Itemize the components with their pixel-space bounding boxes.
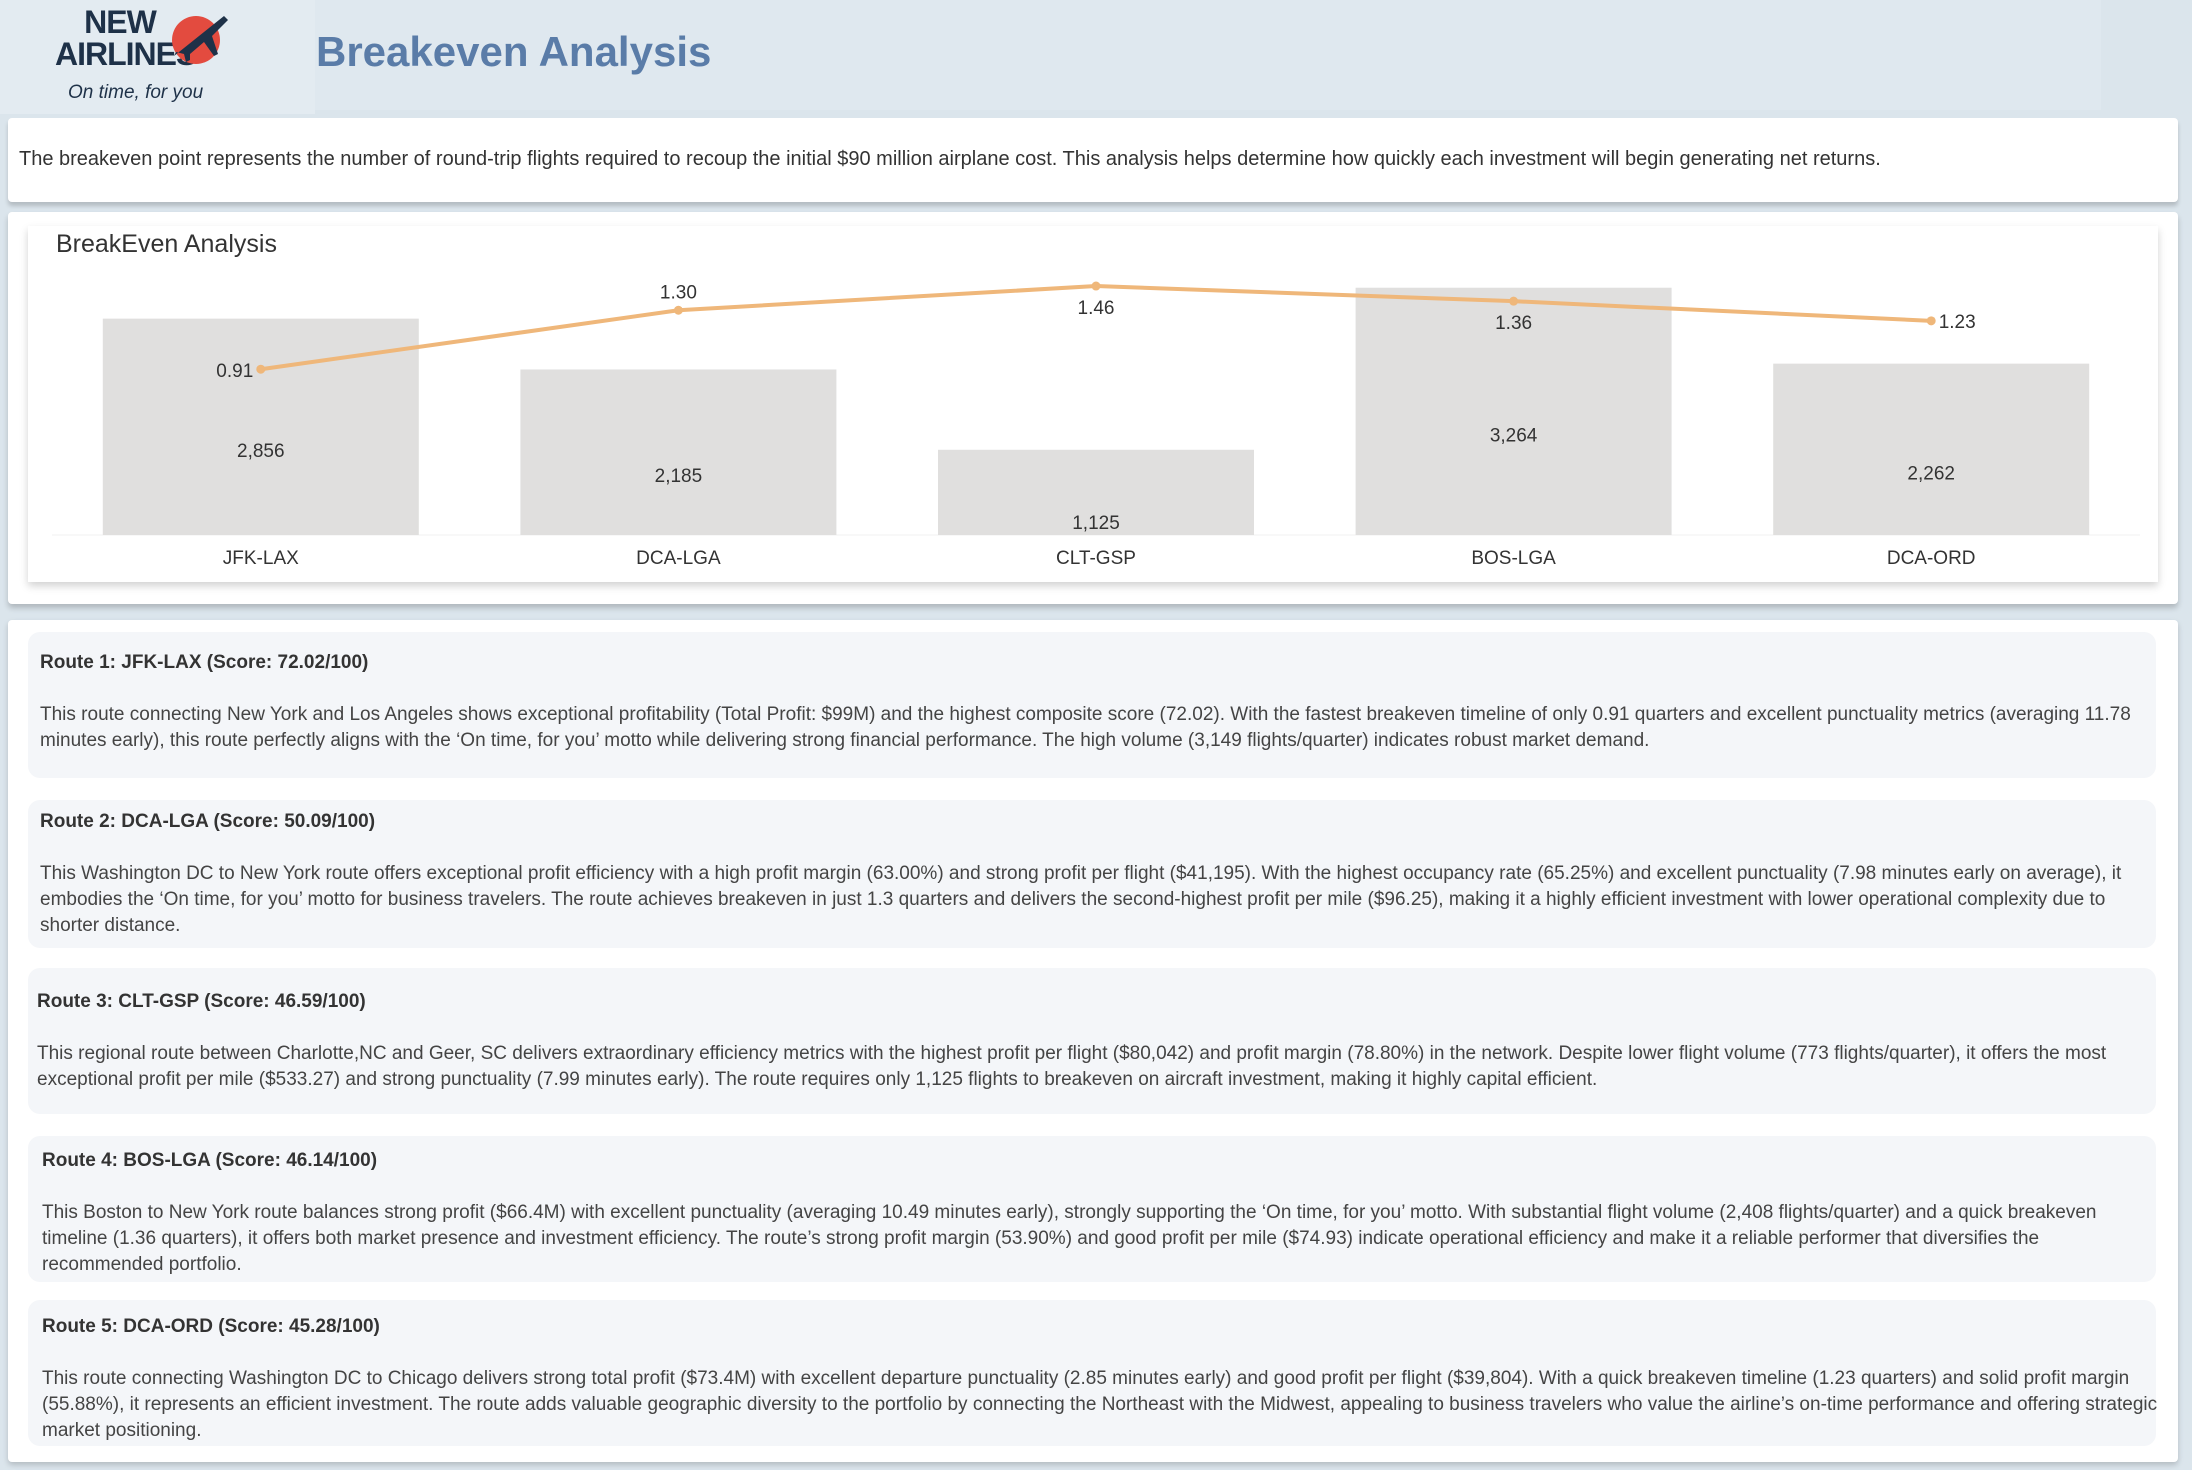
line-point-bos-lga[interactable] xyxy=(1509,296,1519,306)
route-card-2: Route 2: DCA-LGA (Score: 50.09/100) This… xyxy=(28,800,2156,948)
line-value-label: 1.23 xyxy=(1939,312,1976,333)
line-value-label: 0.91 xyxy=(216,361,253,382)
breakeven-chart[interactable]: 2,856 JFK-LAX 2,185 DCA-LGA 1,125 CLT-GSP 3,26… xyxy=(0,0,2192,620)
route-title: Route 2: DCA-LGA (Score: 50.09/100) xyxy=(40,811,376,832)
line-point-dca-ord[interactable] xyxy=(1926,316,1936,326)
bar-value-label: 2,856 xyxy=(237,441,285,462)
x-tick-label: DCA-LGA xyxy=(636,548,721,569)
line-point-jfk-lax[interactable] xyxy=(256,364,266,374)
route-description: This Washington DC to New York route off… xyxy=(40,863,2122,936)
x-tick-label: CLT-GSP xyxy=(1056,548,1136,569)
line-value-label: 1.30 xyxy=(660,282,697,303)
route-title: Route 4: BOS-LGA (Score: 46.14/100) xyxy=(42,1150,378,1171)
route-title: Route 5: DCA-ORD (Score: 45.28/100) xyxy=(42,1316,380,1337)
line-value-label: 1.46 xyxy=(1078,298,1115,319)
line-point-dca-lga[interactable] xyxy=(673,305,683,315)
x-tick-label: BOS-LGA xyxy=(1471,548,1556,569)
bar-dca-lga[interactable] xyxy=(520,369,837,535)
bar-value-label: 2,185 xyxy=(655,466,703,487)
bar-value-label: 3,264 xyxy=(1490,425,1538,446)
route-card-1: Route 1: JFK-LAX (Score: 72.02/100) This… xyxy=(28,632,2156,778)
route-title: Route 1: JFK-LAX (Score: 72.02/100) xyxy=(40,652,369,673)
route-description: This Boston to New York route balances s… xyxy=(42,1202,2097,1275)
route-card-4: Route 4: BOS-LGA (Score: 46.14/100) This… xyxy=(28,1136,2156,1282)
route-card-5: Route 5: DCA-ORD (Score: 45.28/100) This… xyxy=(28,1300,2157,1446)
route-description: This route connecting Washington DC to C… xyxy=(42,1368,2158,1441)
route-description: This regional route between Charlotte,NC… xyxy=(37,1043,2107,1090)
line-value-label: 1.36 xyxy=(1495,313,1532,334)
x-tick-label: DCA-ORD xyxy=(1887,548,1976,569)
route-card-3: Route 3: CLT-GSP (Score: 46.59/100) This… xyxy=(28,968,2156,1114)
bar-value-label: 2,262 xyxy=(1907,463,1955,484)
bar-jfk-lax[interactable] xyxy=(102,318,419,535)
route-description: This route connecting New York and Los A… xyxy=(40,704,2131,751)
route-title: Route 3: CLT-GSP (Score: 46.59/100) xyxy=(37,991,366,1012)
x-tick-label: JFK-LAX xyxy=(223,548,299,569)
line-point-clt-gsp[interactable] xyxy=(1091,281,1101,291)
bar-value-label: 1,125 xyxy=(1072,513,1120,534)
bar-dca-ord[interactable] xyxy=(1773,363,2090,535)
